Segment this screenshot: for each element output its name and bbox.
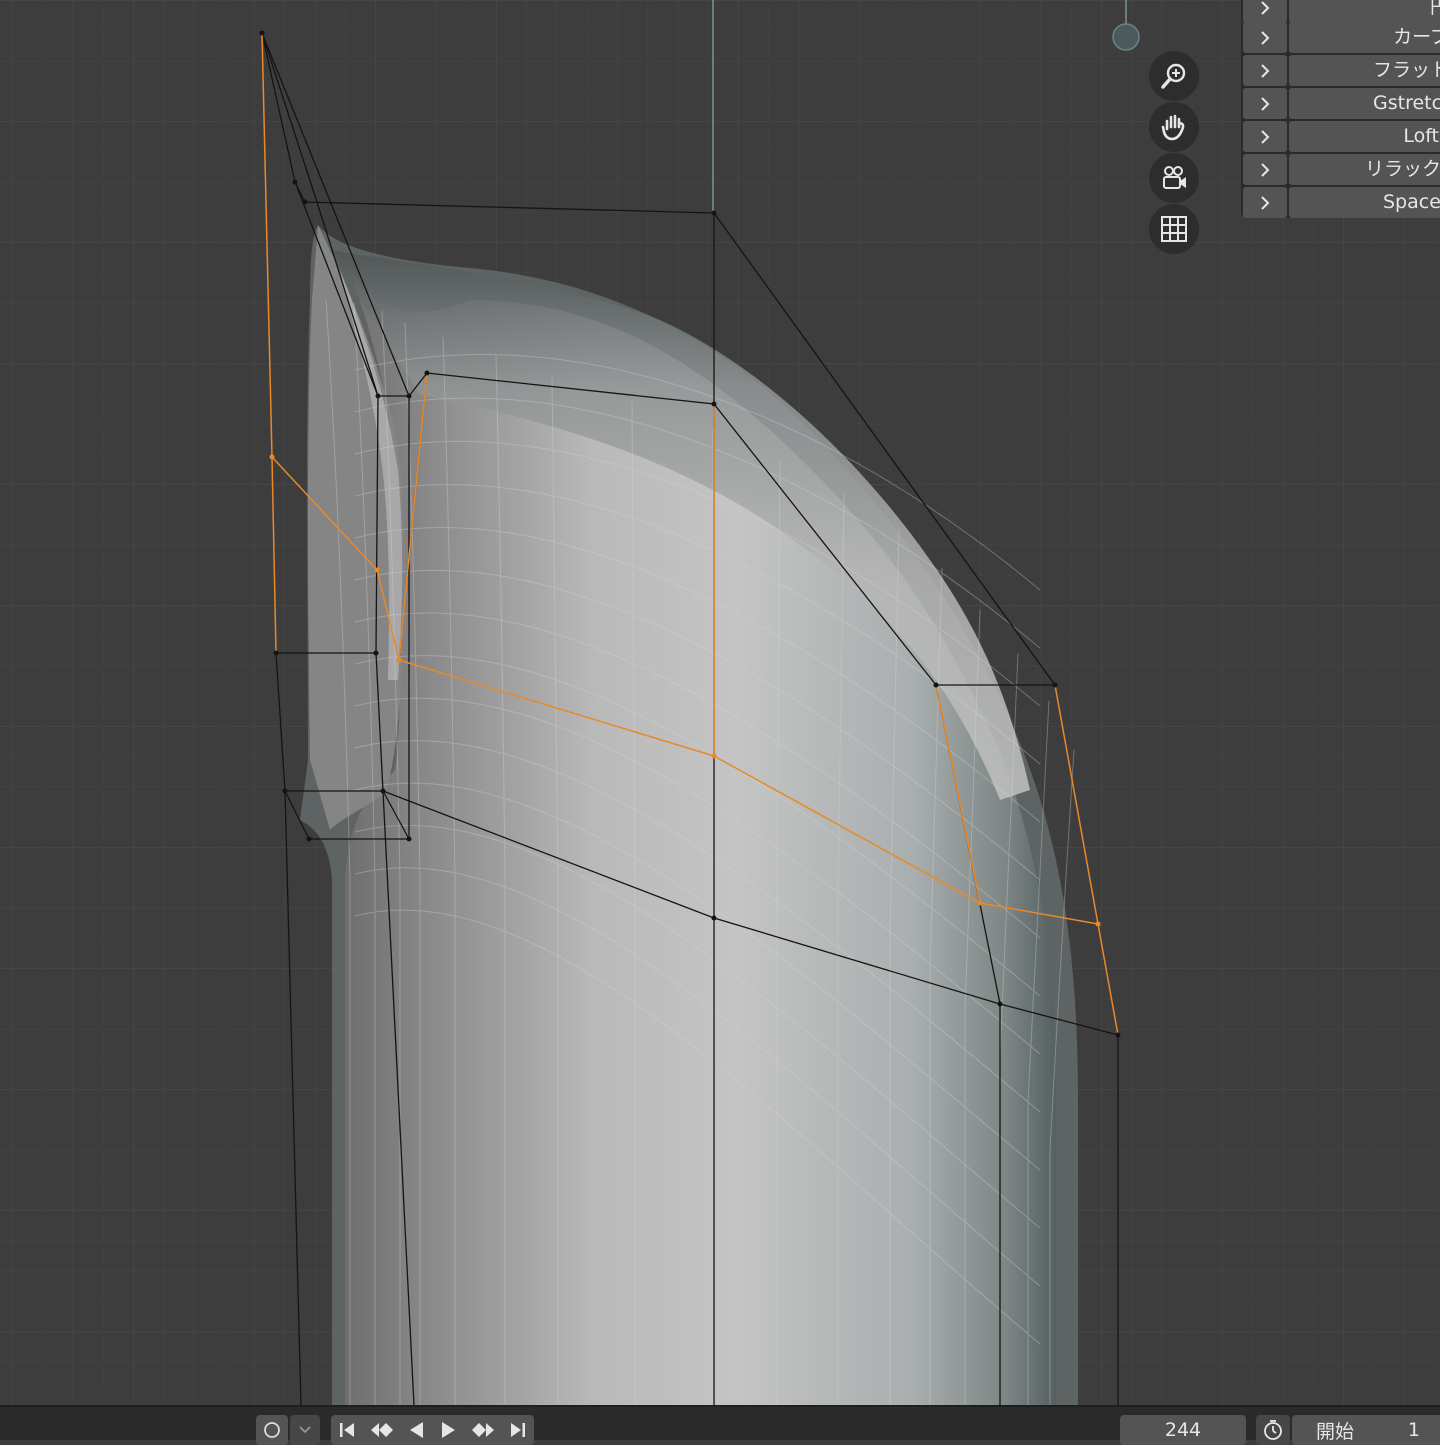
cage-vertex[interactable]: [406, 393, 412, 399]
start-frame-field[interactable]: 開始 1: [1292, 1415, 1440, 1445]
cage-vertex[interactable]: [997, 1001, 1003, 1007]
record-circle-icon: [264, 1422, 280, 1438]
panel-item-space[interactable]: Space: [1241, 187, 1440, 220]
camera-view-icon: [1163, 166, 1186, 189]
cage-vertex[interactable]: [1052, 682, 1058, 688]
looptools-panel: 円 カーブ フラット Gstretch Loft リラックス Space: [1241, 0, 1440, 218]
panel-item-loft[interactable]: Loft: [1241, 121, 1440, 154]
cage-vertex[interactable]: [711, 753, 717, 759]
chevron-right-icon[interactable]: [1243, 55, 1287, 86]
next-keyframe-icon[interactable]: [470, 1420, 496, 1440]
panel-item-flatten[interactable]: フラット: [1241, 55, 1440, 88]
cage-vertex[interactable]: [933, 682, 939, 688]
cage-vertex[interactable]: [1115, 1032, 1121, 1038]
chevron-right-icon[interactable]: [1243, 22, 1287, 53]
panel-item-label[interactable]: 円: [1289, 0, 1440, 23]
camera-view-button[interactable]: [1149, 153, 1199, 203]
cage-vertex[interactable]: [711, 210, 717, 216]
stopwatch-icon: [1264, 1420, 1282, 1440]
zoom-icon: [1161, 63, 1186, 89]
chevron-right-icon[interactable]: [1243, 121, 1287, 152]
prev-keyframe-icon[interactable]: [369, 1420, 395, 1440]
cage-vertex[interactable]: [374, 567, 380, 573]
ortho-toggle-button[interactable]: [1149, 204, 1199, 254]
cage-vertex[interactable]: [273, 650, 279, 656]
panel-item-label[interactable]: カーブ: [1289, 22, 1440, 53]
cage-vertex[interactable]: [306, 836, 312, 842]
cage-vertex[interactable]: [406, 836, 412, 842]
panel-item-label[interactable]: Gstretch: [1289, 88, 1440, 119]
panel-item-gstretch[interactable]: Gstretch: [1241, 88, 1440, 121]
start-frame-label: 開始: [1316, 1420, 1355, 1443]
cage-vertex[interactable]: [373, 650, 379, 656]
3d-viewport[interactable]: 円 カーブ フラット Gstretch Loft リラックス Space: [0, 0, 1440, 1405]
cage-vertex[interactable]: [292, 179, 298, 185]
pan-button[interactable]: [1149, 102, 1199, 152]
current-frame-field[interactable]: 244: [1120, 1415, 1246, 1445]
preview-range-toggle[interactable]: [1256, 1415, 1290, 1445]
cage-vertex[interactable]: [302, 199, 308, 205]
start-frame-value: 1: [1407, 1419, 1420, 1441]
axis-gizmo-dot[interactable]: [1112, 23, 1140, 51]
panel-item-label[interactable]: フラット: [1289, 55, 1440, 86]
cage-vertex[interactable]: [424, 370, 430, 376]
cage-vertex[interactable]: [977, 900, 983, 906]
cage-vertex[interactable]: [259, 30, 265, 36]
play-icon[interactable]: [438, 1420, 458, 1440]
jump-end-icon[interactable]: [508, 1420, 528, 1440]
zoom-button[interactable]: [1149, 51, 1199, 101]
orthographic-grid-icon: [1161, 216, 1187, 242]
hand-pan-icon: [1161, 114, 1185, 141]
panel-item-label[interactable]: リラックス: [1289, 154, 1440, 185]
playback-controls: [331, 1415, 534, 1445]
chevron-right-icon[interactable]: [1243, 0, 1287, 23]
cage-vertex[interactable]: [396, 657, 402, 663]
chevron-right-icon[interactable]: [1243, 187, 1287, 218]
cage-vertex[interactable]: [380, 788, 386, 794]
current-frame-value: 244: [1164, 1419, 1202, 1441]
panel-item-curve[interactable]: カーブ: [1241, 22, 1440, 55]
cage-vertex[interactable]: [711, 915, 717, 921]
keying-toggle[interactable]: [256, 1415, 288, 1445]
panel-item-label[interactable]: Loft: [1289, 121, 1440, 152]
mesh-scene[interactable]: [0, 0, 1440, 1405]
cage-vertex[interactable]: [711, 401, 717, 407]
play-reverse-icon[interactable]: [407, 1420, 427, 1440]
cage-vertex[interactable]: [269, 454, 275, 460]
panel-item-relax[interactable]: リラックス: [1241, 154, 1440, 187]
chevron-down-icon: [299, 1426, 311, 1434]
cage-vertex[interactable]: [282, 788, 288, 794]
cage-vertex[interactable]: [1095, 921, 1101, 927]
cage-vertex[interactable]: [375, 393, 381, 399]
chevron-right-icon[interactable]: [1243, 154, 1287, 185]
panel-item-label[interactable]: Space: [1289, 187, 1440, 218]
keying-dropdown[interactable]: [290, 1415, 320, 1445]
timeline-bar: 244 開始 1: [0, 1405, 1440, 1445]
jump-start-icon[interactable]: [337, 1420, 357, 1440]
chevron-right-icon[interactable]: [1243, 88, 1287, 119]
